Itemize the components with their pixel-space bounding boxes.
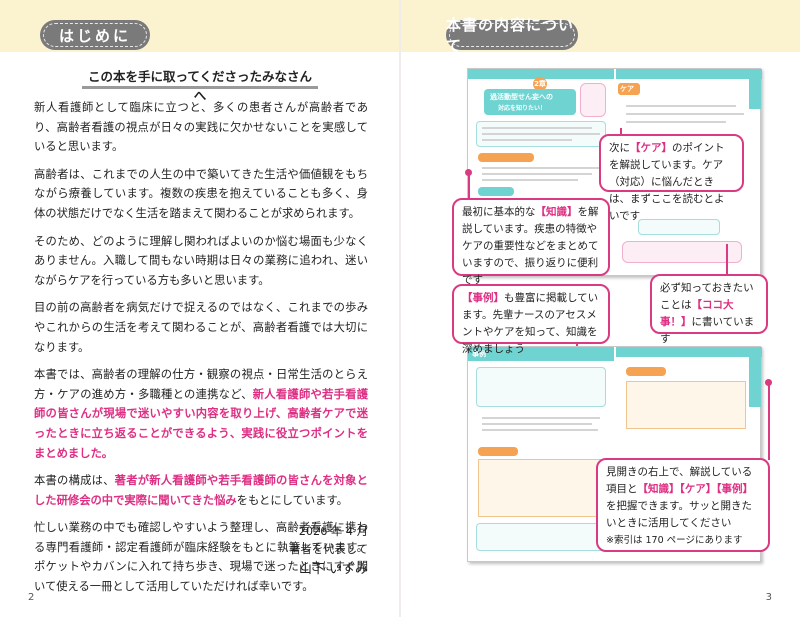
page-number-left: 2: [28, 592, 35, 603]
point-box: [622, 241, 742, 263]
preface-author-role: 著者を代表して: [289, 543, 368, 556]
preface-paragraph-2: 高齢者は、これまでの人生の中で築いてきた生活や価値観をもちながら療養しています。…: [34, 167, 368, 220]
chapter-title-line2: 対応を知りたい！: [498, 105, 547, 112]
preface-paragraph-1: 新人看護師として臨床に立つと、多くの患者さんが高齢者であり、高齢者看護の視点が日…: [34, 101, 368, 154]
contents-heading-text: 本書の内容について: [446, 16, 575, 55]
knowledge-section-tag: [478, 153, 534, 162]
preface-heading-text: はじめに: [58, 26, 131, 45]
page-number-right: 3: [765, 592, 772, 603]
page-spine: [399, 0, 401, 617]
preface-author-name: 山下 いずみ: [298, 562, 368, 577]
assessment-tag: [478, 447, 518, 456]
preface-paragraph-4: 目の前の高齢者を病気だけで捉えるのではなく、これまでの歩みやこれからの生活を考え…: [34, 301, 368, 354]
nurse-illustration: [580, 83, 606, 117]
index-note: ※索引は 170 ページにあります: [606, 535, 743, 546]
chapter-title-line1: 過活動型せん妄への: [490, 93, 553, 101]
preface-paragraph-6: 本書の構成は、著者が新人看護師や若手看護師の皆さんを対象とした研修会の中で実際に…: [34, 471, 368, 510]
assessment-table: [478, 459, 606, 517]
callout-care: 次に【ケア】のポイントを解説しています。ケア（対応）に悩んだときは、まずここを読…: [599, 134, 744, 222]
preface-date: 2026 年 4 月: [298, 525, 368, 538]
subtitle-underline: [82, 86, 318, 89]
preface-heading: はじめに: [40, 20, 150, 50]
callout-index: 見開きの右上で、解説している項目と【知識】【ケア】【事例】を把握できます。サッと…: [596, 458, 770, 552]
contents-heading: 本書の内容について: [446, 16, 578, 55]
care-tab-label: ケア: [620, 85, 634, 93]
patient-profile-box: [476, 367, 606, 407]
callout-point: 必ず知っておきたいことは【ココ大事！】に書いています: [650, 274, 768, 345]
care-table: [626, 381, 746, 429]
preface-paragraph-5: 本書では、高齢者の理解の仕方・観察の視点・日常生活のとらえ方・ケアの進め方・多職…: [34, 365, 368, 463]
callout-case: 【事例】も豊富に掲載しています。先輩ナースのアセスメントやケアを知って、知識を深…: [452, 284, 610, 355]
spread1-right-header-bar: [616, 69, 762, 79]
preface-paragraph-3: そのため、どのように理解し関わればよいのか悩む場面も少なくありません。入職して間…: [34, 234, 368, 287]
index-tab: [749, 69, 761, 109]
index-tab: [749, 347, 761, 407]
paragraph-6-text-start: 本書の構成は、: [34, 474, 115, 488]
callout-knowledge: 最初に基本的な【知識】を解説しています。疾患の特徴やケアの重要性などをまとめてい…: [452, 198, 610, 286]
paragraph-6-text-end: をもとにしています。: [236, 493, 348, 507]
